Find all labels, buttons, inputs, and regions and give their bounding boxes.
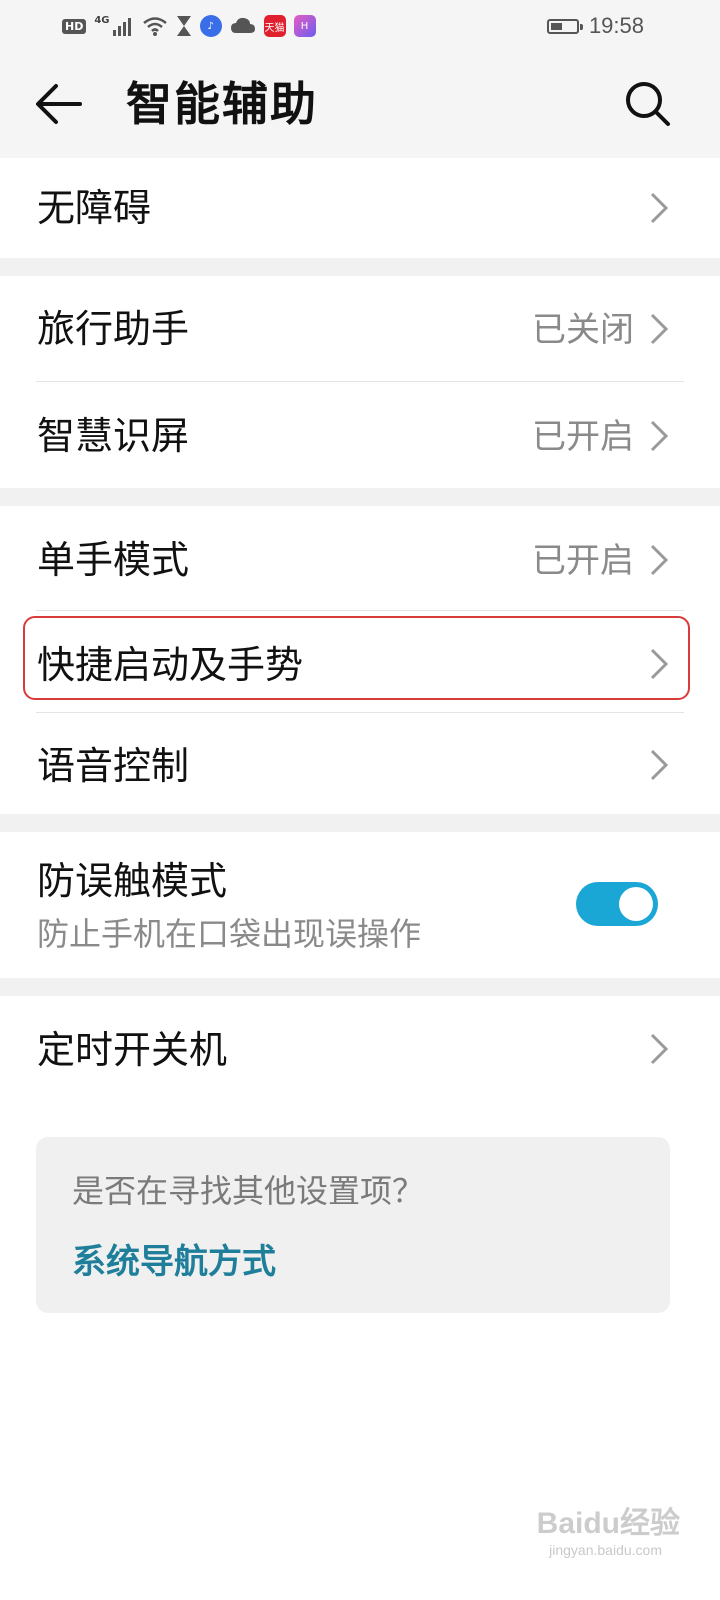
suggestion-question: 是否在寻找其他设置项？ — [72, 1172, 425, 1210]
section-gap — [0, 814, 720, 832]
item-label: 定时开关机 — [37, 1028, 228, 1072]
chevron-right-icon — [650, 420, 669, 452]
item-label: 智慧识屏 — [37, 414, 190, 458]
back-button[interactable] — [28, 74, 88, 134]
status-right: 19:58 — [546, 12, 644, 40]
status-icons: HD 4G ♪ 天猫 H — [62, 12, 316, 40]
honor-icon: H — [293, 15, 316, 37]
list-item-voice-control[interactable]: 语音控制 — [0, 713, 720, 814]
cloud-icon — [230, 17, 255, 33]
page-title: 智能辅助 — [126, 77, 318, 131]
item-label: 语音控制 — [37, 744, 190, 788]
item-label: 防误触模式 — [37, 859, 228, 903]
search-icon — [626, 82, 670, 126]
item-label: 无障碍 — [37, 186, 152, 230]
item-status: 已关闭 — [532, 310, 634, 350]
chevron-right-icon — [650, 749, 669, 781]
watermark-logo: Baidu经验 — [536, 1507, 680, 1540]
signal-icon — [112, 18, 131, 36]
music-icon: ♪ — [199, 15, 222, 37]
list-item-one-hand-mode[interactable]: 单手模式 已开启 — [0, 506, 720, 610]
highlight-box — [23, 616, 690, 700]
list-item-scheduled-power[interactable]: 定时开关机 — [0, 996, 720, 1104]
tmall-icon: 天猫 — [263, 15, 286, 37]
list-item-accessibility[interactable]: 无障碍 — [0, 158, 720, 258]
chevron-right-icon — [650, 192, 669, 224]
section-2: 旅行助手 已关闭 智慧识屏 已开启 — [0, 276, 720, 488]
chevron-right-icon — [650, 544, 669, 576]
item-description: 防止手机在口袋出现误操作 — [37, 915, 422, 953]
section-gap — [0, 488, 720, 506]
section-gap — [0, 978, 720, 996]
item-label: 单手模式 — [37, 538, 190, 582]
item-label: 旅行助手 — [37, 307, 190, 351]
item-status: 已开启 — [532, 417, 634, 457]
toggle-knob — [619, 887, 653, 921]
item-status: 已开启 — [532, 541, 634, 581]
status-bar: HD 4G ♪ 天猫 H 19:58 — [0, 0, 720, 52]
suggestion-card: 是否在寻找其他设置项？ 系统导航方式 — [36, 1137, 670, 1313]
chevron-right-icon — [650, 1033, 669, 1065]
wifi-icon — [142, 17, 167, 36]
system-navigation-link[interactable]: 系统导航方式 — [72, 1239, 276, 1285]
chevron-right-icon — [650, 313, 669, 345]
arrow-left-icon — [36, 84, 82, 124]
list-item-smart-screen[interactable]: 智慧识屏 已开启 — [0, 382, 720, 488]
app-bar: 智能辅助 — [0, 52, 720, 158]
hd-badge: HD — [62, 18, 87, 34]
watermark-url: jingyan.baidu.com — [549, 1542, 662, 1558]
section-gap — [0, 258, 720, 276]
search-button[interactable] — [622, 78, 674, 130]
hourglass-icon — [176, 16, 191, 36]
network-type: 4G — [94, 14, 110, 26]
list-item-travel-assistant[interactable]: 旅行助手 已关闭 — [0, 276, 720, 382]
battery-icon — [546, 18, 583, 34]
top-area: HD 4G ♪ 天猫 H 19:58 智能辅助 — [0, 0, 720, 158]
battery-fill — [550, 22, 562, 30]
anti-mistouch-toggle[interactable] — [576, 882, 658, 926]
clock: 19:58 — [588, 13, 644, 38]
